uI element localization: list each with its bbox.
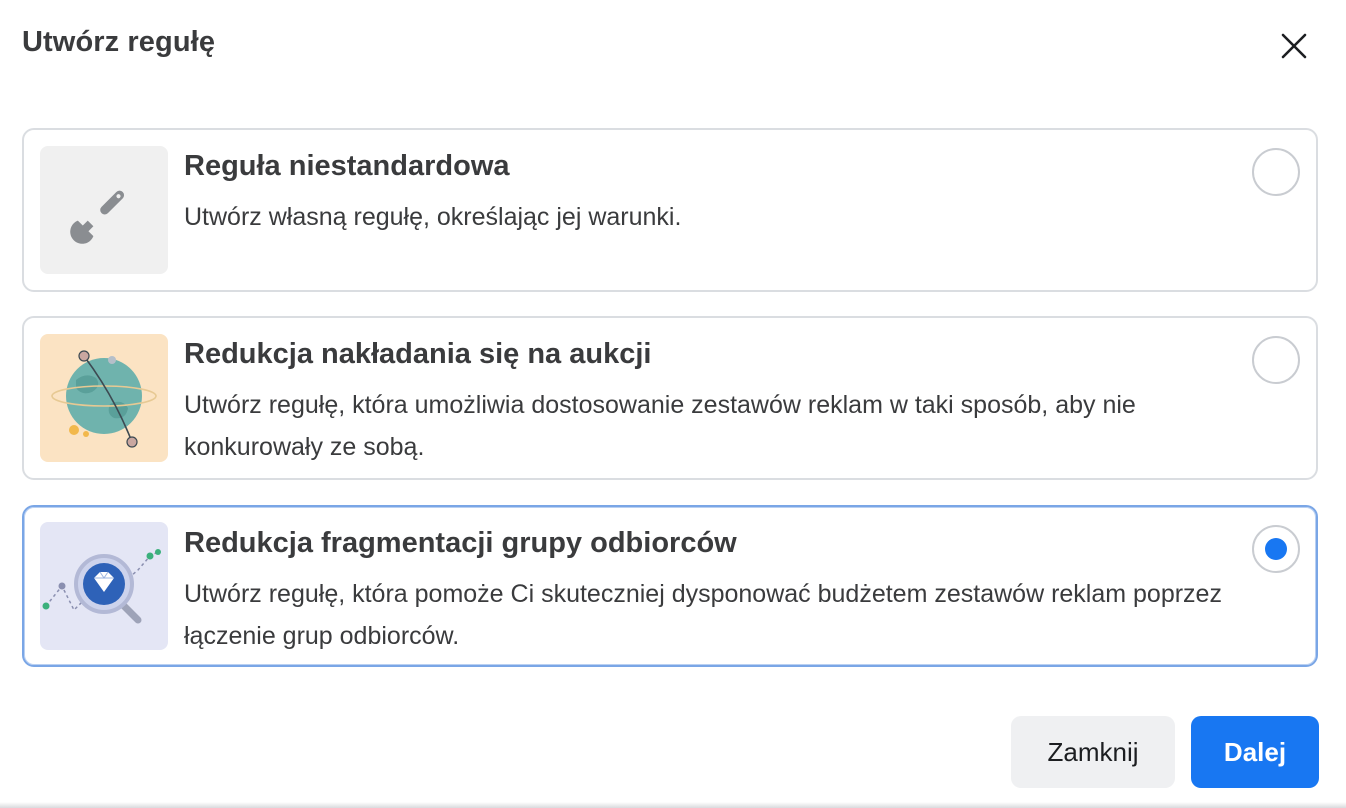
option-audience-fragmentation[interactable]: Redukcja fragmentacji grupy odbiorców Ut… [22,505,1318,667]
wrench-icon [40,146,168,274]
option-description: Utwórz regułę, która pomoże Ci skuteczni… [184,580,1222,650]
dialog-title: Utwórz regułę [22,26,216,58]
close-icon [1281,33,1307,59]
create-rule-dialog: Utwórz regułę Reguła niestandardowa Utwó… [0,0,1346,808]
close-button[interactable]: Zamknij [1011,716,1175,788]
next-button[interactable]: Dalej [1191,716,1319,788]
option-radio[interactable] [1252,148,1300,196]
option-description: Utwórz własną regułę, określając jej war… [184,203,682,231]
globe-illustration [40,334,168,462]
option-custom-rule[interactable]: Reguła niestandardowa Utwórz własną regu… [22,128,1318,292]
close-dialog-button[interactable] [1272,24,1316,68]
option-title: Reguła niestandardowa [184,150,510,182]
option-radio-selected[interactable] [1252,525,1300,573]
option-title: Redukcja nakładania się na aukcji [184,338,652,370]
option-auction-overlap[interactable]: Redukcja nakładania się na aukcji Utwórz… [22,316,1318,480]
dialog-bottom-edge [0,802,1346,808]
option-description: Utwórz regułę, która umożliwia dostosowa… [184,391,1136,461]
diamond-magnifier-illustration [40,522,168,650]
option-radio[interactable] [1252,336,1300,384]
option-title: Redukcja fragmentacji grupy odbiorców [184,527,737,559]
